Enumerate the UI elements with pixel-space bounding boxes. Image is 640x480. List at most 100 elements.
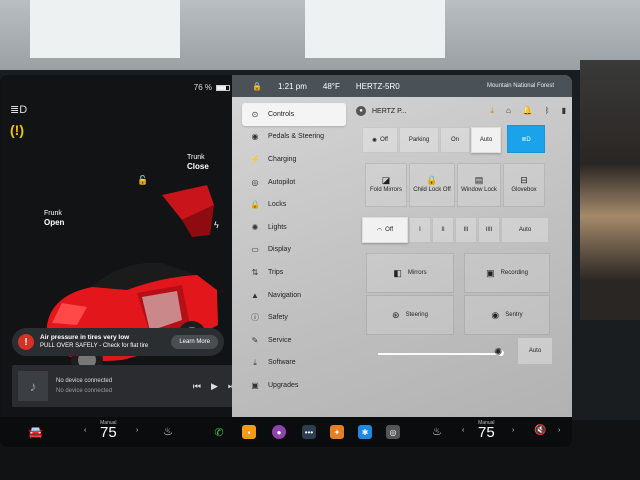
menu-item-label: Locks: [268, 201, 287, 209]
home-icon[interactable]: ⌂: [506, 106, 511, 116]
app-icon-games[interactable]: ✦: [330, 425, 344, 439]
warning-icon: !: [18, 334, 34, 350]
menu-item-label: Charging: [268, 155, 297, 163]
wiper-off-option[interactable]: ◠ Off: [362, 217, 408, 243]
camera-app-icon[interactable]: ●: [272, 425, 286, 439]
menu-item-upgrades[interactable]: ▣ Upgrades: [242, 374, 346, 397]
outside-temperature: 48°F: [322, 81, 340, 91]
passenger-temperature[interactable]: Manual 75: [478, 419, 495, 440]
menu-item-autopilot[interactable]: ◎ Autopilot: [242, 171, 346, 194]
child-lock-icon: 🔒: [426, 174, 438, 185]
wiper-auto-option[interactable]: Auto: [501, 217, 549, 243]
tire-pressure-warning-icon: (!): [10, 122, 24, 138]
trunk-label: Trunk: [187, 154, 205, 161]
touchscreen: 76 % ≣D (!) Trunk Close Frunk Open 🔓 ϟ !…: [0, 75, 572, 447]
trunk-callout[interactable]: Trunk Close: [187, 153, 209, 171]
window-icon: ▤: [474, 174, 484, 185]
clock: 1:21 pm: [277, 81, 307, 91]
menu-item-label: Service: [268, 336, 292, 344]
lights-parking-option[interactable]: Parking: [399, 127, 439, 153]
menu-item-charging[interactable]: ⚡ Charging: [242, 148, 346, 171]
menu-item-label: Upgrades: [268, 381, 299, 389]
learn-more-button[interactable]: Learn More: [171, 335, 218, 349]
menu-item-service[interactable]: ✎ Service: [242, 329, 346, 352]
app-icon-orange[interactable]: ▪: [242, 425, 256, 439]
brightness-auto-button[interactable]: Auto: [517, 337, 553, 365]
wiper-selector: ◠ Off I II III IIII Auto: [362, 217, 549, 243]
menu-item-software[interactable]: ⤓ Software: [242, 352, 346, 375]
car-view-pane: 76 % ≣D (!) Trunk Close Frunk Open 🔓 ϟ !…: [2, 75, 242, 417]
wiper-speed-2-option[interactable]: II: [432, 217, 454, 243]
child-lock-button[interactable]: 🔒 Child Lock Off: [409, 163, 455, 207]
menu-item-navigation[interactable]: ▲ Navigation: [242, 284, 346, 307]
display-icon: ▭: [251, 245, 259, 255]
menu-item-label: Lights: [268, 223, 287, 231]
temp-decrease-left[interactable]: ‹: [84, 427, 86, 434]
bluetooth-icon[interactable]: ᛒ: [545, 106, 550, 116]
high-beam-button[interactable]: ≣D: [507, 125, 545, 153]
menu-item-trips[interactable]: ⇅ Trips: [242, 261, 346, 284]
menu-item-locks[interactable]: 🔒 Locks: [242, 193, 346, 216]
media-subtitle: No device connected: [56, 388, 113, 394]
headlight-icon: ≣D: [10, 104, 28, 116]
window-lock-button[interactable]: ▤ Window Lock: [457, 163, 501, 207]
car-icon: ◉: [251, 132, 259, 142]
brightness-slider[interactable]: [378, 350, 504, 356]
light-icon: ✺: [251, 222, 259, 232]
car-icon[interactable]: 🚘: [28, 425, 43, 439]
lights-on-option[interactable]: On: [440, 127, 470, 153]
lock-icon: 🔒: [250, 200, 260, 210]
dashcam-icon: ▣: [486, 267, 495, 278]
background-window: [305, 0, 445, 58]
temp-increase-left[interactable]: ›: [136, 427, 138, 434]
lights-auto-option[interactable]: Auto: [471, 127, 501, 153]
navigation-icon: ▲: [251, 290, 259, 300]
more-apps-icon[interactable]: •••: [302, 425, 316, 439]
user-profile-bar[interactable]: ● HERTZ P... ⤓ ⌂ 🔔 ᛒ ▮: [356, 103, 566, 119]
menu-item-label: Safety: [268, 314, 288, 322]
wiper-speed-1-option[interactable]: I: [409, 217, 431, 243]
glovebox-button[interactable]: ⊟ Glovebox: [503, 163, 545, 207]
app-icon-gray[interactable]: ◎: [386, 425, 400, 439]
steering-button[interactable]: ⊛ Steering: [366, 295, 454, 335]
recording-button[interactable]: ▣ Recording: [464, 253, 550, 293]
menu-item-controls[interactable]: ⊙ Controls: [242, 103, 346, 126]
app-icon-blue[interactable]: ✱: [358, 425, 372, 439]
lights-off-option[interactable]: ✺ Off: [362, 127, 398, 153]
volume-increase[interactable]: ›: [558, 427, 560, 434]
driver-temperature[interactable]: Manual 75: [100, 419, 117, 441]
brightness-icon: ✺: [494, 347, 503, 358]
menu-item-lights[interactable]: ✺ Lights: [242, 216, 346, 239]
alert-message: PULL OVER SAFELY - Check for flat tire: [40, 343, 149, 349]
trunk-state: Close: [187, 162, 209, 171]
wiper-speed-3-option[interactable]: III: [455, 217, 477, 243]
passenger-seat-heater-icon[interactable]: ♨: [432, 425, 442, 438]
temp-increase-right[interactable]: ›: [512, 427, 514, 434]
user-name[interactable]: HERTZ P...: [372, 108, 407, 115]
temp-decrease-right[interactable]: ‹: [462, 427, 464, 434]
sentry-icon: ◉: [491, 309, 500, 320]
driver-temp-value: 75: [100, 424, 117, 441]
wiper-speed-4-option[interactable]: IIII: [478, 217, 500, 243]
previous-track-icon[interactable]: ⏮: [193, 381, 201, 392]
wiper-icon: ◠: [376, 227, 383, 234]
menu-item-label: Display: [268, 246, 291, 254]
bag-icon: ▣: [251, 380, 259, 390]
seat-heater-icon[interactable]: ♨: [163, 425, 173, 438]
mirrors-button[interactable]: ◧ Mirrors: [366, 253, 454, 293]
fold-mirrors-button[interactable]: ◪ Fold Mirrors: [365, 163, 407, 207]
bell-icon[interactable]: 🔔: [523, 106, 533, 116]
car-model-3d[interactable]: [32, 175, 232, 395]
download-icon[interactable]: ⤓: [490, 106, 494, 116]
menu-item-display[interactable]: ▭ Display: [242, 239, 346, 262]
media-player[interactable]: ♪ No device connected No device connecte…: [12, 365, 242, 407]
volume-mute-icon[interactable]: 🔇: [534, 425, 546, 436]
sentry-button[interactable]: ◉ Sentry: [464, 295, 550, 335]
controls-panel: 🔒 1:21 pm 48°F HERTZ-5R0 Mountain Nation…: [232, 75, 572, 417]
mirror-icon: ◪: [381, 174, 391, 185]
menu-item-pedals-steering[interactable]: ◉ Pedals & Steering: [242, 126, 346, 149]
play-icon[interactable]: ▶: [211, 381, 218, 392]
phone-icon[interactable]: ✆: [212, 425, 226, 439]
menu-item-safety[interactable]: ⓘ Safety: [242, 306, 346, 329]
settings-menu: ⊙ Controls ◉ Pedals & Steering ⚡ Charging ◎ Aut…: [242, 103, 346, 397]
